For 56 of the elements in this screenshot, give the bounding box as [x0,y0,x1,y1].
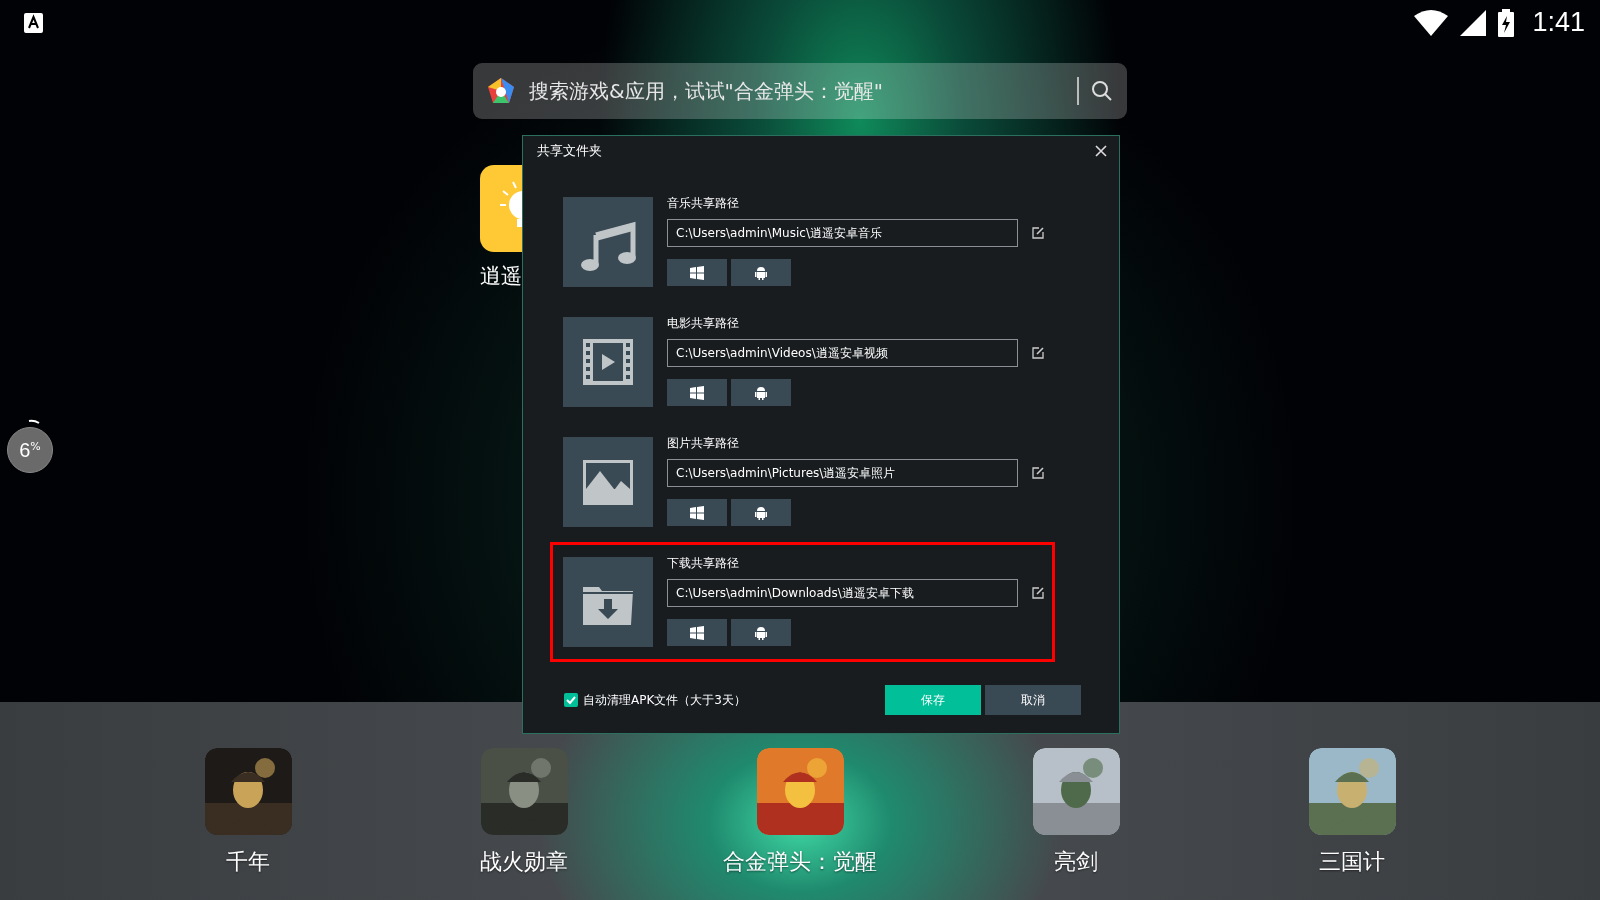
music-note-icon [563,197,653,287]
path-label: 音乐共享路径 [667,196,740,212]
path-field[interactable]: C:\Users\admin\Music\逍遥安卓音乐 [667,219,1018,247]
android-icon [755,505,767,520]
app-label: 合金弹头：觉醒 [723,848,877,876]
mountain-picture-icon [563,437,653,527]
app-label: 逍遥 [480,263,522,290]
checkbox[interactable] [564,693,578,707]
app-label: 战火勋章 [480,848,568,876]
path-label: 下载共享路径 [667,556,740,572]
windows-icon [690,625,704,640]
checkbox-label: 自动清理APK文件（大于3天） [583,691,746,709]
windows-icon [690,505,704,520]
android-icon [755,385,767,400]
progress-value: 6 [19,438,31,462]
edit-icon[interactable] [1032,467,1044,479]
dialog-title: 共享文件夹 [537,142,602,160]
keyboard-icon [24,12,43,33]
signal-icon [1460,9,1487,36]
app-label: 亮剑 [1054,848,1098,876]
windows-button[interactable] [667,259,727,286]
progress-ball[interactable]: 6% [7,427,53,473]
path-field[interactable]: C:\Users\admin\Videos\逍遥安卓视频 [667,339,1018,367]
android-button[interactable] [731,379,791,406]
battery-charging-icon [1498,8,1515,37]
search-icon[interactable] [1092,81,1112,101]
search-field[interactable]: 搜索游戏&应用，试试"合金弹头：觉醒" [473,63,1127,119]
path-label: 电影共享路径 [667,316,740,332]
android-button[interactable] [731,259,791,286]
edit-icon[interactable] [1032,347,1044,359]
film-play-icon [563,317,653,407]
folder-download-icon [563,557,653,647]
edit-icon[interactable] [1032,587,1044,599]
path-label: 图片共享路径 [667,436,740,452]
clock-time: 1:41 [1532,7,1585,38]
app-label: 三国计 [1319,848,1385,876]
windows-button[interactable] [667,379,727,406]
close-icon[interactable] [1095,145,1107,157]
app-logo-icon [487,77,515,105]
edit-icon[interactable] [1032,227,1044,239]
app-label: 千年 [226,848,270,876]
android-icon [755,265,767,280]
android-icon [755,625,767,640]
path-field[interactable]: C:\Users\admin\Downloads\逍遥安卓下载 [667,579,1018,607]
android-button[interactable] [731,499,791,526]
windows-icon [690,385,704,400]
wifi-icon [1414,9,1449,36]
progress-unit: % [30,440,41,453]
windows-button[interactable] [667,499,727,526]
windows-icon [690,265,704,280]
windows-button[interactable] [667,619,727,646]
path-field[interactable]: C:\Users\admin\Pictures\逍遥安卓照片 [667,459,1018,487]
cancel-button[interactable]: 取消 [985,685,1081,715]
android-button[interactable] [731,619,791,646]
search-input[interactable]: 搜索游戏&应用，试试"合金弹头：觉醒" [527,78,1065,104]
progress-arc-icon [28,419,40,424]
